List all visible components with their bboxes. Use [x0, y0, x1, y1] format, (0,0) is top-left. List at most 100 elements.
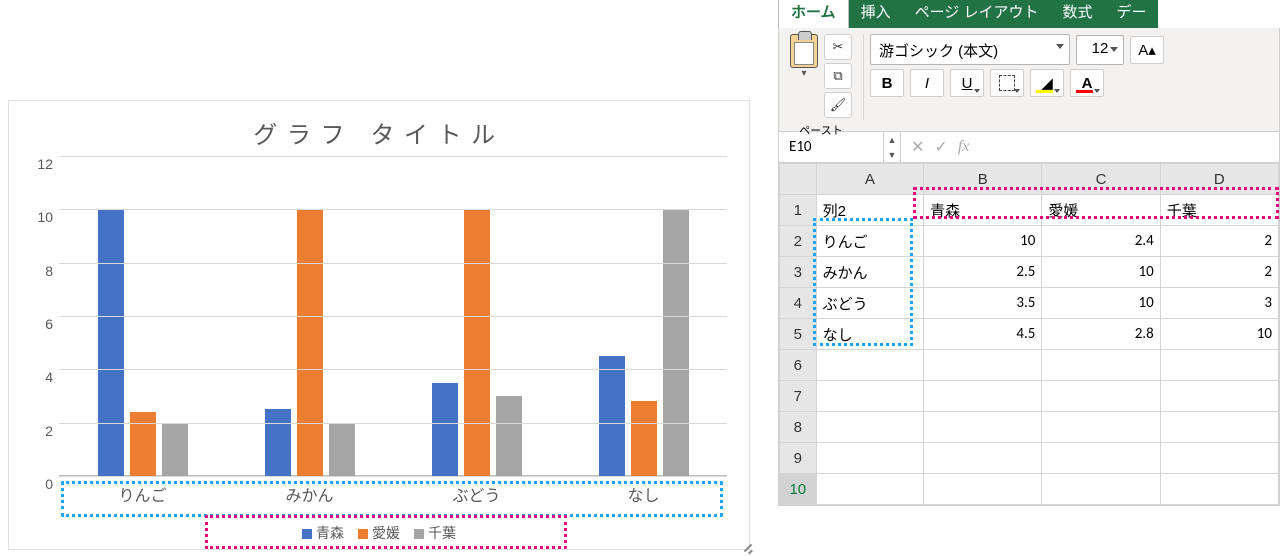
bar-千葉-ぶどう[interactable] — [496, 396, 522, 476]
column-header[interactable]: C — [1042, 164, 1160, 195]
ribbon-tab[interactable]: 挿入 — [849, 0, 903, 28]
scissors-icon: ✂ — [833, 39, 844, 55]
row-header[interactable]: 5 — [780, 319, 817, 350]
row-header[interactable]: 3 — [780, 257, 817, 288]
row-header[interactable]: 10 — [780, 474, 817, 505]
cell[interactable] — [1042, 412, 1160, 443]
format-painter-button[interactable]: 🖌 — [824, 92, 852, 118]
cell[interactable]: りんご — [816, 226, 924, 257]
cell[interactable] — [1042, 443, 1160, 474]
cell[interactable] — [1042, 381, 1160, 412]
row-header[interactable]: 4 — [780, 288, 817, 319]
cell[interactable] — [924, 443, 1042, 474]
bar-千葉-みかん[interactable] — [329, 423, 355, 476]
ribbon-tab[interactable]: ホーム — [778, 0, 849, 28]
cell[interactable]: 2.5 — [924, 257, 1042, 288]
cell[interactable]: 2.8 — [1042, 319, 1160, 350]
name-box-spinner[interactable]: ▲▼ — [884, 132, 901, 162]
row-header[interactable]: 7 — [780, 381, 817, 412]
chart-resize-handle[interactable] — [739, 539, 753, 553]
bar-愛媛-みかん[interactable] — [297, 209, 323, 476]
cell[interactable]: ぶどう — [816, 288, 924, 319]
bold-button[interactable]: B — [870, 69, 904, 97]
cell[interactable] — [1160, 381, 1278, 412]
ribbon-tab[interactable]: 数式 — [1050, 0, 1104, 28]
cell[interactable] — [1042, 350, 1160, 381]
spreadsheet[interactable]: ABCD1列2青森愛媛千葉2りんご102.423みかん2.51024ぶどう3.5… — [778, 163, 1280, 506]
cell[interactable]: なし — [816, 319, 924, 350]
bar-青森-りんご[interactable] — [98, 209, 124, 476]
cell[interactable]: 3.5 — [924, 288, 1042, 319]
cell[interactable]: 列2 — [816, 195, 924, 226]
bar-青森-みかん[interactable] — [265, 409, 291, 476]
font-color-button[interactable]: A — [1070, 69, 1104, 97]
font-size-select[interactable]: 12 — [1076, 35, 1124, 65]
fx-icon[interactable]: fx — [958, 138, 970, 156]
chart-legend: 青森愛媛千葉 — [302, 523, 456, 543]
cut-button[interactable]: ✂ — [824, 34, 852, 60]
cell[interactable]: 10 — [1042, 288, 1160, 319]
bar-千葉-りんご[interactable] — [162, 423, 188, 476]
cell[interactable]: 4.5 — [924, 319, 1042, 350]
grid[interactable]: ABCD1列2青森愛媛千葉2りんご102.423みかん2.51024ぶどう3.5… — [779, 163, 1279, 505]
copy-button[interactable]: ⧉ — [824, 63, 852, 89]
row-header[interactable]: 1 — [780, 195, 817, 226]
fill-color-button[interactable]: ◢ — [1030, 69, 1064, 97]
ribbon-tab[interactable]: ページ レイアウト — [903, 0, 1051, 28]
borders-button[interactable] — [990, 69, 1024, 97]
bar-青森-なし[interactable] — [599, 356, 625, 476]
cell[interactable]: 10 — [1160, 319, 1278, 350]
cell[interactable]: 10 — [1042, 257, 1160, 288]
ribbon-tab[interactable]: デー — [1104, 0, 1158, 28]
italic-button[interactable]: I — [910, 69, 944, 97]
cell[interactable] — [816, 412, 924, 443]
cell[interactable]: 2 — [1160, 257, 1278, 288]
bar-青森-ぶどう[interactable] — [432, 383, 458, 476]
cell[interactable]: 青森 — [924, 195, 1042, 226]
cell[interactable]: 千葉 — [1160, 195, 1278, 226]
cell[interactable] — [1042, 474, 1160, 505]
cell[interactable] — [1160, 443, 1278, 474]
cell[interactable] — [816, 381, 924, 412]
row-header[interactable]: 8 — [780, 412, 817, 443]
cell[interactable] — [816, 474, 924, 505]
cell[interactable] — [1160, 474, 1278, 505]
underline-button[interactable]: U — [950, 69, 984, 97]
cell[interactable] — [924, 412, 1042, 443]
brush-icon: 🖌 — [830, 97, 847, 113]
chart-container[interactable]: グラフ タイトル 024681012 りんごみかんぶどうなし 青森愛媛千葉 — [8, 100, 750, 550]
paste-button[interactable]: ▾ — [790, 34, 818, 79]
cell[interactable]: 2 — [1160, 226, 1278, 257]
cell[interactable] — [1160, 412, 1278, 443]
enter-icon[interactable]: ✓ — [934, 137, 947, 157]
legend-item: 愛媛 — [358, 523, 400, 543]
bar-愛媛-なし[interactable] — [631, 401, 657, 476]
cell[interactable] — [816, 350, 924, 381]
cell[interactable]: みかん — [816, 257, 924, 288]
cell[interactable] — [924, 381, 1042, 412]
cell[interactable]: 2.4 — [1042, 226, 1160, 257]
y-tick: 2 — [19, 423, 53, 439]
cell[interactable] — [924, 474, 1042, 505]
cell[interactable]: 愛媛 — [1042, 195, 1160, 226]
cancel-icon[interactable]: ✕ — [911, 137, 924, 157]
cell[interactable]: 3 — [1160, 288, 1278, 319]
column-header[interactable]: A — [816, 164, 924, 195]
font-name-select[interactable]: 游ゴシック (本文) — [870, 34, 1070, 65]
legend-item: 千葉 — [414, 523, 456, 543]
select-all-corner[interactable] — [780, 164, 817, 195]
row-header[interactable]: 2 — [780, 226, 817, 257]
bar-愛媛-ぶどう[interactable] — [464, 209, 490, 476]
column-header[interactable]: B — [924, 164, 1042, 195]
increase-font-button[interactable]: A▴ — [1130, 36, 1164, 64]
column-header[interactable]: D — [1160, 164, 1278, 195]
cell[interactable] — [816, 443, 924, 474]
cell[interactable]: 10 — [924, 226, 1042, 257]
bar-愛媛-りんご[interactable] — [130, 412, 156, 476]
cell[interactable] — [1160, 350, 1278, 381]
bar-千葉-なし[interactable] — [663, 209, 689, 476]
font-group: 游ゴシック (本文) 12 A▴ B I U ◢ — [870, 34, 1164, 97]
row-header[interactable]: 9 — [780, 443, 817, 474]
row-header[interactable]: 6 — [780, 350, 817, 381]
cell[interactable] — [924, 350, 1042, 381]
